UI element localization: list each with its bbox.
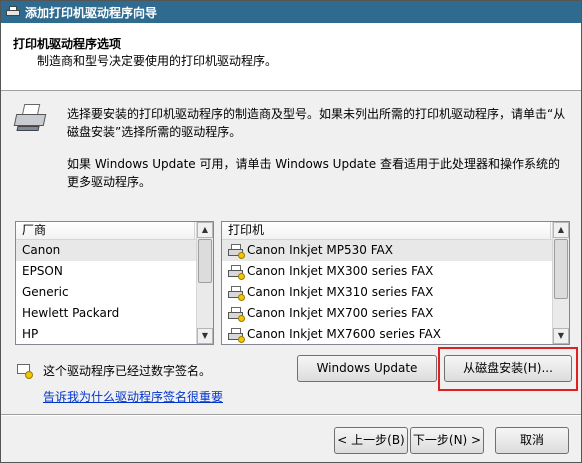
window-title: 添加打印机驱动程序向导 (25, 5, 158, 20)
next-button[interactable]: 下一步(N) > (410, 427, 484, 454)
windows-update-button[interactable]: Windows Update (297, 355, 437, 382)
scroll-up-button[interactable]: ▲ (197, 222, 213, 238)
printer-item-label: Canon Inkjet MX7600 series FAX (247, 327, 441, 341)
certified-driver-icon (228, 264, 245, 280)
signature-status: 这个驱动程序已经过数字签名。 (43, 364, 212, 378)
certified-driver-icon (228, 306, 245, 322)
printer-column-header[interactable]: 打印机 (222, 222, 569, 240)
manufacturer-list[interactable]: 厂商 Canon EPSON Generic Hewlett Packard H… (15, 221, 214, 345)
printer-item[interactable]: Canon Inkjet MX7600 series FAX (222, 324, 569, 345)
separator (1, 414, 581, 416)
manufacturer-item[interactable]: Hewlett Packard (16, 303, 213, 324)
wizard-header: 打印机驱动程序选项 制造商和型号决定要使用的打印机驱动程序。 (1, 23, 581, 91)
printer-scrollbar[interactable]: ▲ ▼ (552, 222, 569, 344)
printer-icon (13, 104, 49, 138)
certified-driver-icon (228, 243, 245, 259)
printer-item[interactable]: Canon Inkjet MP530 FAX (222, 240, 569, 261)
printer-icon (5, 5, 21, 19)
manufacturer-scrollbar[interactable]: ▲ ▼ (196, 222, 213, 344)
signing-info-link[interactable]: 告诉我为什么驱动程序签名很重要 (43, 388, 223, 405)
manufacturer-item[interactable]: Generic (16, 282, 213, 303)
title-bar: 添加打印机驱动程序向导 (1, 1, 581, 23)
intro-text: 选择要安装的打印机驱动程序的制造商及型号。如果未列出所需的打印机驱动程序，请单击… (67, 107, 566, 139)
windows-update-text: 如果 Windows Update 可用，请单击 Windows Update … (67, 157, 560, 189)
cancel-button[interactable]: 取消 (495, 427, 569, 454)
scroll-thumb[interactable] (554, 239, 568, 299)
printer-item[interactable]: Canon Inkjet MX310 series FAX (222, 282, 569, 303)
certificate-icon (15, 363, 33, 379)
header-title: 打印机驱动程序选项 (13, 37, 122, 51)
printer-item[interactable]: Canon Inkjet MX300 series FAX (222, 261, 569, 282)
manufacturer-item[interactable]: Canon (16, 240, 213, 261)
printer-item-label: Canon Inkjet MP530 FAX (247, 243, 393, 257)
printer-list[interactable]: 打印机 Canon Inkjet MP530 FAX Canon Inkjet … (221, 221, 570, 345)
wizard-window: 添加打印机驱动程序向导 打印机驱动程序选项 制造商和型号决定要使用的打印机驱动程… (0, 0, 582, 463)
manufacturer-item[interactable]: EPSON (16, 261, 213, 282)
manufacturer-column-header[interactable]: 厂商 (16, 222, 213, 240)
manufacturer-item[interactable]: HP (16, 324, 213, 345)
scroll-thumb[interactable] (198, 239, 212, 283)
highlight-box (438, 347, 578, 391)
scroll-down-button[interactable]: ▼ (553, 328, 569, 344)
back-button[interactable]: < 上一步(B) (334, 427, 408, 454)
certified-driver-icon (228, 327, 245, 343)
printer-item-label: Canon Inkjet MX310 series FAX (247, 285, 434, 299)
printer-item[interactable]: Canon Inkjet MX700 series FAX (222, 303, 569, 324)
printer-item-label: Canon Inkjet MX700 series FAX (247, 306, 434, 320)
printer-item-label: Canon Inkjet MX300 series FAX (247, 264, 434, 278)
scroll-down-button[interactable]: ▼ (197, 328, 213, 344)
scroll-up-button[interactable]: ▲ (553, 222, 569, 238)
header-subtitle: 制造商和型号决定要使用的打印机驱动程序。 (37, 54, 278, 68)
manufacturer-items: Canon EPSON Generic Hewlett Packard HP (16, 240, 213, 345)
certified-driver-icon (228, 285, 245, 301)
printer-items: Canon Inkjet MP530 FAX Canon Inkjet MX30… (222, 240, 569, 345)
